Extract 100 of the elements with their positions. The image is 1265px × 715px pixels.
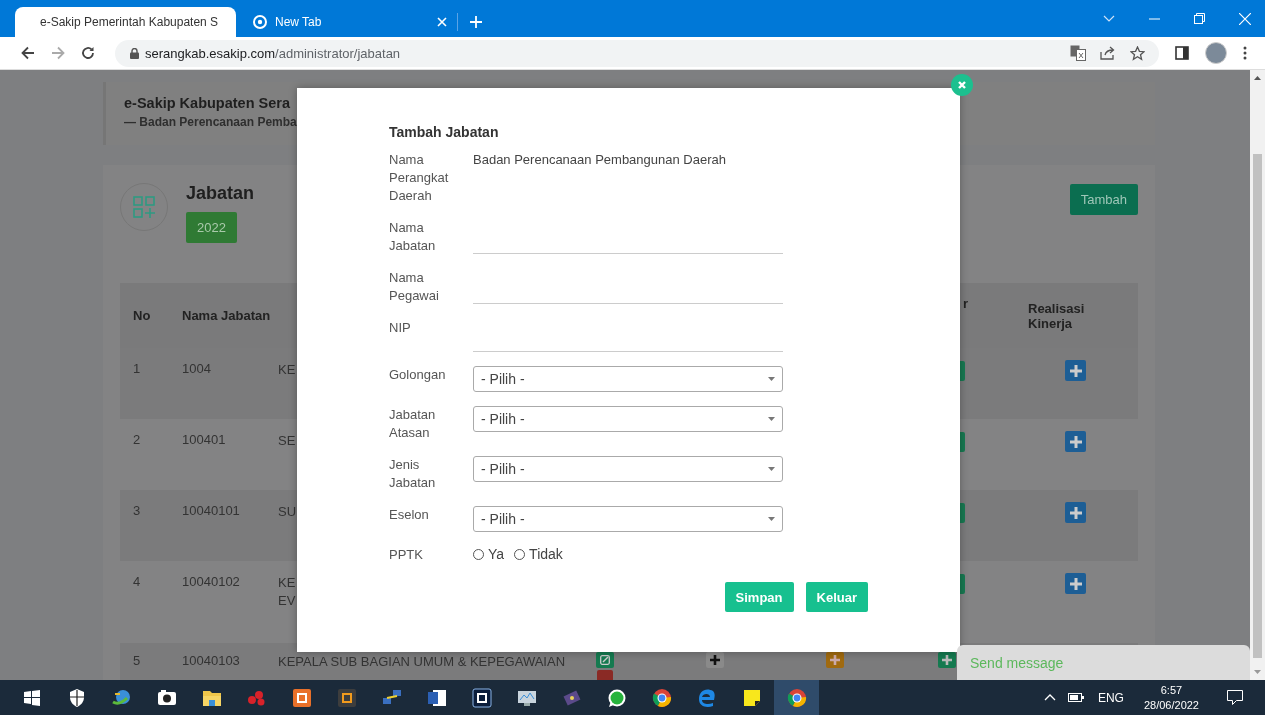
field-value: Badan Perencanaan Pembangunan Daerah xyxy=(473,151,726,169)
edit-button[interactable] xyxy=(596,652,614,668)
table-cell: KEPALA SUB BAGIAN UMUM & KEPEGAWAIAN xyxy=(278,653,566,671)
site-subtitle: — Badan Perencanaan Pemba xyxy=(124,115,298,129)
field-label: Jenis Jabatan xyxy=(389,456,437,492)
field-label: PPTK xyxy=(389,546,424,564)
table-cell-text: 100401 xyxy=(182,432,227,447)
site-title: e-Sakip Kabupaten Sera xyxy=(124,95,290,111)
table-cell: KE EV xyxy=(278,574,296,610)
camera-icon xyxy=(156,687,177,708)
back-arrow-icon[interactable] xyxy=(21,46,35,60)
field-label: Eselon xyxy=(389,506,430,524)
dropdown[interactable]: - Pilih - xyxy=(473,456,783,482)
scroll-up-icon[interactable] xyxy=(1254,76,1261,80)
dialog-title: Tambah Jabatan xyxy=(389,124,500,140)
field-label: Golongan xyxy=(389,366,447,384)
plus-icon xyxy=(1069,506,1082,519)
field-label: Nama Pegawai xyxy=(389,269,440,305)
table-cell-text: 10040103 xyxy=(182,653,241,668)
column-header: Nama Jabatan xyxy=(182,308,272,323)
plus-icon xyxy=(942,655,952,665)
chat-bubble-icon xyxy=(606,687,627,708)
circle-logo-icon xyxy=(651,687,672,708)
circle-logo-icon xyxy=(786,687,807,708)
plus-icon xyxy=(1069,364,1082,377)
table-cell-text: 3 xyxy=(132,503,142,518)
circle-logo-icon xyxy=(253,15,267,29)
url-text: serangkab.esakip.com/administrator/jabatan xyxy=(145,45,401,61)
chevron-down-icon[interactable] xyxy=(1103,14,1115,23)
reload-icon[interactable] xyxy=(81,46,95,60)
forward-arrow-icon[interactable] xyxy=(51,46,65,60)
table-cell-text: 1004 xyxy=(182,361,212,376)
add-button[interactable] xyxy=(1065,431,1086,452)
profile-avatar[interactable] xyxy=(1205,42,1227,64)
lock-icon xyxy=(130,47,139,59)
star-icon[interactable] xyxy=(1130,45,1145,61)
browser-tab[interactable]: e-Sakip Pemerintah Kabupaten S xyxy=(15,7,236,37)
app-tile-icon xyxy=(471,687,492,708)
clock[interactable]: 6:57 28/06/2022 xyxy=(1143,682,1199,713)
dropdown[interactable]: - Pilih - xyxy=(473,406,783,432)
field-label: Jabatan Atasan xyxy=(389,406,437,442)
close-icon[interactable] xyxy=(1239,12,1251,25)
table-cell: SE xyxy=(278,432,296,450)
notification-icon[interactable] xyxy=(1227,690,1243,705)
translate-icon[interactable] xyxy=(1070,45,1086,61)
field-label: Nama Perangkat Daerah xyxy=(389,151,450,205)
caret-icon xyxy=(768,377,775,381)
add-button[interactable] xyxy=(1065,573,1086,594)
table-cell-text: 10040101 xyxy=(182,503,241,518)
table-cell-text: 2 xyxy=(132,432,142,447)
table-cell: SU xyxy=(278,503,297,521)
edit-icon xyxy=(600,655,610,665)
column-header: No xyxy=(132,308,152,323)
column-header: r xyxy=(963,296,969,311)
app-tile-icon xyxy=(336,687,357,708)
plus-icon xyxy=(1069,435,1082,448)
side-panel-icon[interactable] xyxy=(1175,46,1189,60)
field-label: NIP xyxy=(389,319,412,337)
close-icon[interactable] xyxy=(437,17,447,27)
note-icon xyxy=(741,687,762,708)
radio-option[interactable]: Ya xyxy=(473,546,505,562)
plus-icon xyxy=(830,655,840,665)
battery-icon[interactable] xyxy=(1067,693,1084,702)
browser-tab[interactable]: New Tab xyxy=(236,7,457,37)
language-indicator[interactable]: ENG xyxy=(1097,690,1124,705)
add-button[interactable] xyxy=(1065,502,1086,523)
add-button[interactable] xyxy=(938,652,956,668)
scroll-down-icon[interactable] xyxy=(1254,670,1261,674)
table-cell: KE xyxy=(278,361,296,379)
address-bar[interactable]: serangkab.esakip.com/administrator/jabatan xyxy=(115,39,1159,67)
table-cell-text: 4 xyxy=(132,574,142,589)
app-tile-icon xyxy=(291,687,312,708)
table-cell-text: 1 xyxy=(132,361,142,376)
caret-icon xyxy=(768,417,775,421)
caret-icon xyxy=(768,467,775,471)
table-cell-text: 5 xyxy=(132,653,142,668)
close-button[interactable] xyxy=(951,74,973,96)
globe-icon xyxy=(111,687,132,708)
e-logo-icon xyxy=(696,687,717,708)
add-button[interactable] xyxy=(826,652,844,668)
year-badge: 2022 xyxy=(186,212,237,243)
add-button[interactable] xyxy=(706,652,724,668)
restore-icon[interactable] xyxy=(1194,13,1205,24)
table-cell-text: 10040102 xyxy=(182,574,241,589)
plus-icon[interactable] xyxy=(470,16,482,28)
add-button[interactable] xyxy=(1065,360,1086,381)
share-icon[interactable] xyxy=(1100,46,1116,60)
column-header: Realisasi Kinerja xyxy=(1027,300,1086,331)
tab-title: New Tab xyxy=(275,15,323,29)
windows-logo-icon xyxy=(21,687,42,708)
document-icon xyxy=(426,687,447,708)
field-label: Nama Jabatan xyxy=(389,219,437,255)
chevron-up-icon[interactable] xyxy=(1043,694,1056,701)
radio-option[interactable]: Tidak xyxy=(514,546,563,562)
dropdown[interactable]: - Pilih - xyxy=(473,506,783,532)
dropdown[interactable]: - Pilih - xyxy=(473,366,783,392)
more-menu-icon[interactable] xyxy=(1243,46,1247,60)
scrollbar[interactable] xyxy=(1250,70,1265,680)
section-title: Jabatan xyxy=(186,183,255,204)
caret-icon xyxy=(768,517,775,521)
